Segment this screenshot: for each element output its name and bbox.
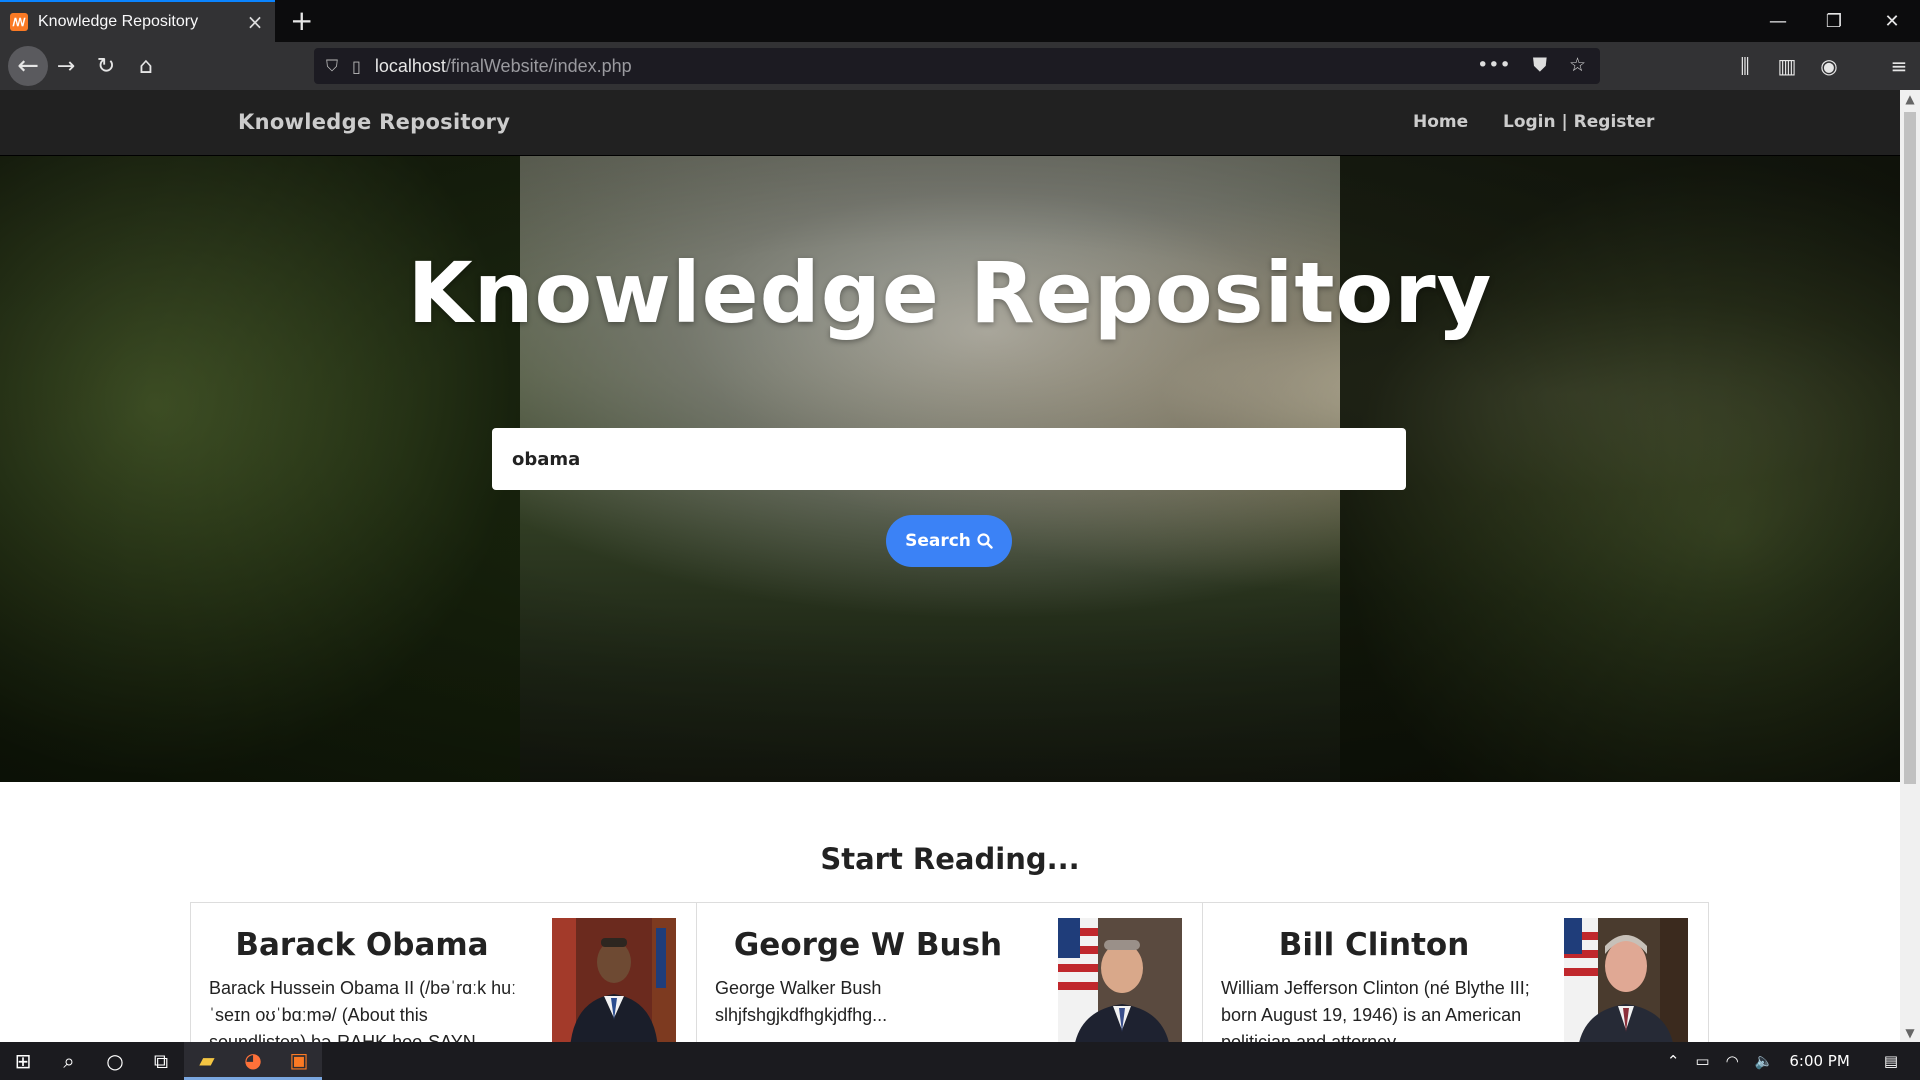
tray-chevron-icon[interactable]: ⌃ xyxy=(1667,1052,1680,1070)
scroll-down-icon[interactable]: ▼ xyxy=(1900,1026,1920,1040)
library-icon[interactable]: ⫼ xyxy=(1724,54,1766,78)
article-cards: Barack Obama Barack Hussein Obama II (/b… xyxy=(190,902,1709,1042)
back-icon[interactable]: ← xyxy=(8,46,48,86)
url-path: /finalWebsite/index.php xyxy=(445,55,632,76)
nav-home-link[interactable]: Home xyxy=(1413,112,1468,132)
search-icon xyxy=(977,533,993,549)
clock[interactable]: 6:00 PM xyxy=(1789,1052,1849,1070)
firefox-icon[interactable]: ◕ xyxy=(230,1042,276,1080)
scrollbar-thumb[interactable] xyxy=(1904,112,1916,784)
forward-icon[interactable]: → xyxy=(50,50,82,82)
minimize-icon[interactable]: — xyxy=(1750,0,1806,42)
url-host: localhost xyxy=(374,55,446,76)
pocket-icon[interactable]: ⛊ xyxy=(1533,54,1547,76)
scroll-up-icon[interactable]: ▲ xyxy=(1900,92,1920,106)
shield-icon[interactable]: ⛉ xyxy=(326,56,338,76)
card-title[interactable]: Bill Clinton xyxy=(1219,927,1529,963)
article-card[interactable]: Bill Clinton William Jefferson Clinton (… xyxy=(1203,903,1708,1042)
card-title[interactable]: Barack Obama xyxy=(207,927,517,963)
tab-title: Knowledge Repository xyxy=(38,13,199,30)
site-header: Knowledge Repository Home Login | Regist… xyxy=(0,90,1900,156)
search-input[interactable] xyxy=(492,428,1406,490)
task-view-icon[interactable]: ⧉ xyxy=(138,1042,184,1080)
article-card[interactable]: George W Bush George Walker Bush slhjfsh… xyxy=(697,903,1203,1042)
wifi-icon[interactable]: ◠ xyxy=(1726,1052,1739,1070)
sidebar-icon[interactable]: ▥ xyxy=(1766,54,1808,78)
browser-tab-strip: ꟿ Knowledge Repository × + — ❐ ✕ xyxy=(0,0,1920,42)
search-button[interactable]: Search xyxy=(886,515,1012,567)
account-icon[interactable]: ◉ xyxy=(1808,54,1850,78)
battery-icon[interactable]: ▭ xyxy=(1695,1052,1709,1070)
search-button-label: Search xyxy=(905,531,971,551)
card-portrait xyxy=(1058,918,1182,1042)
hero-title: Knowledge Repository xyxy=(407,244,1493,342)
menu-icon[interactable]: ≡ xyxy=(1878,54,1920,78)
web-page: Knowledge Repository Home Login | Regist… xyxy=(0,90,1900,1042)
os-taskbar: ⊞ ⌕ ○ ⧉ ▰ ◕ ▣ ⌃ ▭ ◠ 🔈 6:00 PM ▤ xyxy=(0,1042,1920,1080)
reload-icon[interactable]: ↻ xyxy=(90,50,122,82)
cortana-icon[interactable]: ○ xyxy=(92,1042,138,1080)
system-tray: ⌃ ▭ ◠ 🔈 6:00 PM ▤ xyxy=(1659,1042,1920,1080)
page-scrollbar[interactable]: ▲ ▼ xyxy=(1900,90,1920,1042)
notifications-icon[interactable]: ▤ xyxy=(1884,1052,1898,1070)
hero-banner: Knowledge Repository Search xyxy=(0,156,1900,782)
section-title: Start Reading... xyxy=(820,842,1080,876)
windows-start-icon[interactable]: ⊞ xyxy=(0,1042,46,1080)
restore-icon[interactable]: ❐ xyxy=(1806,0,1862,42)
card-portrait xyxy=(552,918,676,1042)
more-actions-icon[interactable]: ••• xyxy=(1477,54,1511,76)
card-description: William Jefferson Clinton (né Blythe III… xyxy=(1221,978,1530,1042)
volume-icon[interactable]: 🔈 xyxy=(1755,1052,1774,1070)
article-card[interactable]: Barack Obama Barack Hussein Obama II (/b… xyxy=(191,903,697,1042)
xampp-taskbar-icon[interactable]: ▣ xyxy=(276,1042,322,1080)
nav-login-register-link[interactable]: Login | Register xyxy=(1503,112,1654,132)
home-icon[interactable]: ⌂ xyxy=(130,50,162,82)
browser-tab[interactable]: ꟿ Knowledge Repository × xyxy=(0,0,275,42)
card-portrait xyxy=(1564,918,1688,1042)
address-bar[interactable]: ⛉ ▯ localhost/finalWebsite/index.php •••… xyxy=(314,48,1600,84)
page-info-icon[interactable]: ▯ xyxy=(352,57,361,76)
xampp-icon: ꟿ xyxy=(10,13,28,31)
file-explorer-icon[interactable]: ▰ xyxy=(184,1042,230,1080)
card-description: Barack Hussein Obama II (/bəˈrɑːk huːˈse… xyxy=(209,978,517,1042)
bookmark-star-icon[interactable]: ☆ xyxy=(1569,54,1586,76)
browser-toolbar: ← → ↻ ⌂ ⛉ ▯ localhost/finalWebsite/index… xyxy=(0,42,1920,90)
close-window-icon[interactable]: ✕ xyxy=(1864,0,1920,42)
close-tab-icon[interactable]: × xyxy=(245,10,265,34)
card-title[interactable]: George W Bush xyxy=(713,927,1023,963)
search-icon[interactable]: ⌕ xyxy=(46,1042,92,1080)
card-description: George Walker Bush slhjfshgjkdfhgkjdfhg.… xyxy=(715,978,888,1025)
new-tab-button[interactable]: + xyxy=(290,4,313,37)
site-brand[interactable]: Knowledge Repository xyxy=(238,110,510,134)
